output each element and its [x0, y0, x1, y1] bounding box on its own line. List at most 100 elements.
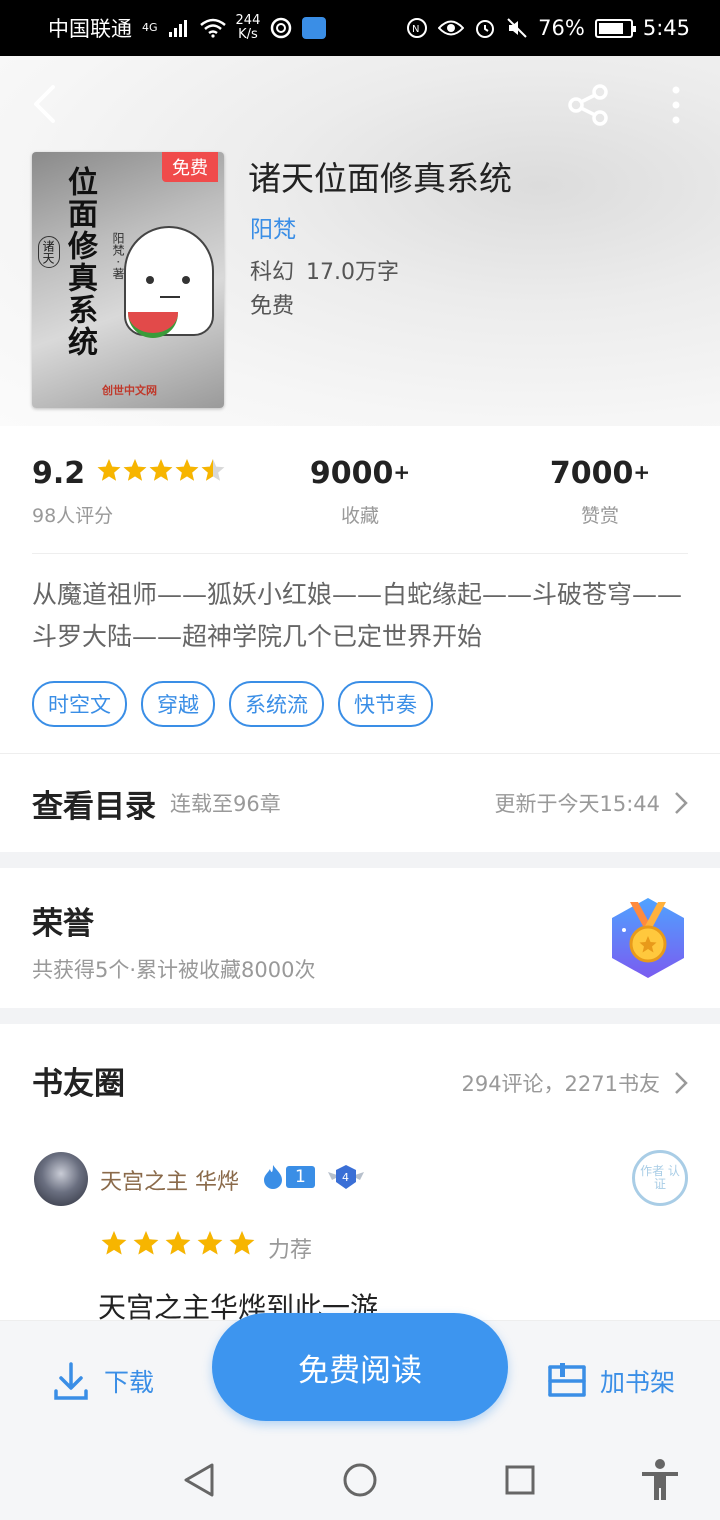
honor-title: 荣誉 [32, 906, 94, 942]
rewards-block[interactable]: 7000+ 赞赏 [520, 456, 680, 528]
favorites-count: 9000 [309, 456, 394, 491]
bookshelf-icon [548, 1363, 586, 1397]
circle-home-icon [343, 1463, 377, 1497]
share-icon [568, 84, 608, 126]
tag-chip[interactable]: 快节奏 [338, 681, 433, 727]
book-meta: 科幻 17.0万字 [250, 254, 399, 286]
bottom-action-bar: 下载 免费阅读 加书架 [0, 1313, 720, 1444]
user-level-badge: 1 [262, 1164, 315, 1190]
star-filled [197, 1231, 223, 1255]
rewards-suffix: + [633, 460, 651, 484]
eye-comfort-icon [438, 20, 465, 36]
star-filled [101, 1231, 127, 1255]
app-notification-icon [271, 17, 292, 39]
star-filled [97, 458, 121, 481]
reviewer-name[interactable]: 天宫之主 华烨 [100, 1164, 239, 1196]
star-filled [123, 458, 147, 481]
book-header: 免费 位面修真系统 诸天 阳梵 · 著 创世中文网 诸天位面修真系统 阳梵 科幻… [0, 56, 720, 426]
back-arrow-icon [34, 85, 55, 123]
carrier-name: 中国联通 [48, 17, 132, 41]
cover-free-badge: 免费 [162, 152, 218, 182]
nav-home-button[interactable] [342, 1462, 378, 1502]
medal-icon [612, 898, 684, 978]
fan-level-badge-icon: 4 [328, 1165, 364, 1189]
status-bar: 中国联通 4G 244 K/s N 76% 5:45 [0, 0, 720, 56]
book-circle-count[interactable]: 294评论，2271书友 [461, 1068, 688, 1098]
tag-chip[interactable]: 系统流 [229, 681, 324, 727]
favorites-suffix: + [393, 460, 411, 484]
battery-percent: 76% [538, 16, 585, 40]
battery-icon [594, 18, 636, 38]
book-intro[interactable]: 从魔道祖师——狐妖小红娘——白蛇缘起——斗破苍穹——斗罗大陆——超神学院几个已定… [32, 574, 692, 658]
favorites-block[interactable]: 9000+ 收藏 [280, 456, 440, 528]
catalog-title: 查看目录 [32, 788, 156, 825]
download-button[interactable]: 下载 [52, 1361, 154, 1401]
square-recent-icon [505, 1465, 535, 1495]
more-vertical-icon [672, 86, 680, 124]
author-certified-stamp: 作者 认证 [632, 1150, 688, 1206]
system-nav-bar [0, 1444, 720, 1520]
user-level-number: 1 [286, 1166, 315, 1188]
accessibility-button[interactable] [640, 1458, 680, 1506]
tag-list: 时空文 穿越 系统流 快节奏 [32, 681, 433, 727]
book-stats: 9.2 98人评分 9000+ 收藏 7000+ 赞赏 [0, 452, 720, 552]
star-filled [175, 458, 199, 481]
rating-count: 98人评分 [32, 505, 114, 527]
section-gap [0, 1008, 720, 1024]
honor-section[interactable]: 荣誉 共获得5个·累计被收藏8000次 [0, 868, 720, 1008]
star-filled [165, 1231, 191, 1255]
book-cover[interactable]: 免费 位面修真系统 诸天 阳梵 · 著 创世中文网 [32, 152, 224, 408]
cover-series-text: 诸天 [38, 236, 60, 268]
star-filled [133, 1231, 159, 1255]
divider [32, 553, 688, 554]
honor-summary: 共获得5个·累计被收藏8000次 [32, 958, 316, 982]
nav-recent-button[interactable] [504, 1464, 536, 1500]
rating-block[interactable]: 9.2 98人评分 [32, 456, 226, 528]
book-price: 免费 [250, 294, 295, 319]
back-button[interactable] [24, 82, 64, 126]
add-to-shelf-label: 加书架 [600, 1368, 676, 1397]
add-to-shelf-button[interactable]: 加书架 [546, 1361, 675, 1401]
cover-publisher: 创世中文网 [102, 384, 157, 397]
review-stars [100, 1230, 260, 1265]
tag-chip[interactable]: 穿越 [141, 681, 215, 727]
review-recommend-label: 力荐 [268, 1238, 313, 1263]
nfc-icon: N [407, 18, 428, 38]
book-title: 诸天位面修真系统 [248, 159, 512, 198]
book-circle-title: 书友圈 [32, 1066, 125, 1102]
wifi-icon [199, 18, 226, 38]
speed-value: 244 [235, 13, 261, 28]
network-type: 4G [142, 21, 158, 34]
share-button[interactable] [562, 80, 614, 130]
rating-stars [96, 458, 226, 490]
catalog-updated: 更新于今天15:44 [494, 792, 660, 816]
chevron-right-icon [675, 792, 688, 814]
triangle-back-icon [184, 1463, 214, 1497]
clock: 5:45 [642, 16, 690, 40]
nav-back-button[interactable] [182, 1462, 216, 1502]
free-read-button[interactable]: 免费阅读 [212, 1313, 508, 1421]
speed-unit: K/s [238, 27, 258, 42]
rewards-label: 赞赏 [580, 505, 619, 527]
favorites-label: 收藏 [340, 505, 379, 527]
avatar[interactable] [34, 1152, 88, 1206]
book-word-count: 17.0万字 [306, 260, 400, 285]
chevron-right-icon [675, 1072, 688, 1094]
star-filled [149, 458, 173, 481]
book-author[interactable]: 阳梵 [250, 210, 296, 244]
download-label: 下载 [104, 1368, 155, 1397]
rating-score: 9.2 [32, 456, 86, 491]
download-icon [54, 1362, 88, 1400]
catalog-row[interactable]: 查看目录 连载至96章 更新于今天15:44 [0, 754, 720, 852]
signal-icon [168, 20, 187, 37]
tag-chip[interactable]: 时空文 [32, 681, 127, 727]
star-filled [229, 1231, 255, 1255]
book-circle-section: 书友圈 294评论，2271书友 天宫之主 华烨 1 4 作者 认证 力荐 天宫… [0, 1024, 720, 1334]
more-button[interactable] [656, 80, 696, 130]
cover-title-text: 位面修真系统 [62, 166, 97, 358]
alarm-icon [476, 20, 495, 38]
flame-icon [264, 1165, 282, 1189]
accessibility-icon [642, 1459, 678, 1500]
section-gap [0, 852, 720, 868]
mute-icon [507, 18, 527, 38]
